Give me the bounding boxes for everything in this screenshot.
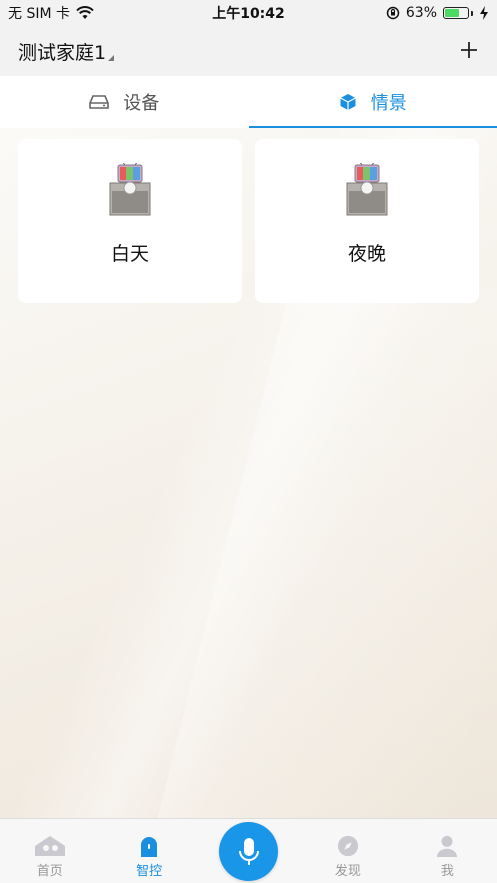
- tabbar-item-home[interactable]: 首页: [0, 819, 99, 879]
- add-button[interactable]: [459, 37, 479, 65]
- tab-scenes-label: 情景: [370, 93, 407, 114]
- smart-control-icon: [141, 837, 158, 857]
- microphone-icon: [238, 837, 259, 865]
- scene-label: 白天: [110, 243, 149, 265]
- tabbar-label-me: 我: [440, 864, 454, 879]
- status-bar: 无 SIM 卡 上午10:42 63%: [0, 0, 497, 26]
- dropdown-corner-icon: [108, 54, 115, 61]
- user-icon: [437, 835, 458, 857]
- plus-icon: [461, 42, 477, 58]
- top-nav-bar: 测试家庭1: [0, 26, 497, 76]
- tabbar-item-smart-control[interactable]: 智控: [99, 819, 198, 879]
- wifi-icon: [76, 6, 94, 19]
- tabbar-item-discover[interactable]: 发现: [298, 819, 397, 879]
- scene-tv-icon: [109, 163, 151, 216]
- battery-percent: 63%: [405, 5, 437, 21]
- tabbar-label-discover: 发现: [334, 864, 361, 879]
- cube-icon: [339, 94, 356, 110]
- charging-bolt-icon: [480, 6, 488, 20]
- voice-button[interactable]: [219, 822, 278, 881]
- scene-card-night[interactable]: 夜晚: [255, 139, 479, 303]
- scene-card-day[interactable]: 白天: [18, 139, 242, 303]
- segment-tabs: 设备 情景: [0, 76, 497, 128]
- compass-icon: [337, 835, 359, 857]
- home-selector[interactable]: 测试家庭1: [18, 38, 115, 65]
- home-icon: [34, 836, 65, 856]
- tabbar-label-smart-control: 智控: [136, 864, 163, 879]
- scene-grid: 白天 夜晚: [18, 139, 479, 303]
- home-name: 测试家庭1: [18, 41, 107, 64]
- scene-label: 夜晚: [347, 243, 386, 265]
- device-icon: [89, 95, 110, 109]
- orientation-lock-icon: [386, 6, 400, 20]
- scene-tv-icon: [346, 163, 388, 216]
- tabbar-label-home: 首页: [36, 864, 63, 879]
- tab-scenes[interactable]: 情景: [248, 76, 497, 128]
- tab-devices[interactable]: 设备: [0, 76, 249, 128]
- carrier-label: 无 SIM 卡: [8, 6, 70, 22]
- battery-icon: [443, 7, 473, 19]
- tabbar-item-me[interactable]: 我: [398, 819, 497, 879]
- tab-devices-label: 设备: [123, 93, 160, 114]
